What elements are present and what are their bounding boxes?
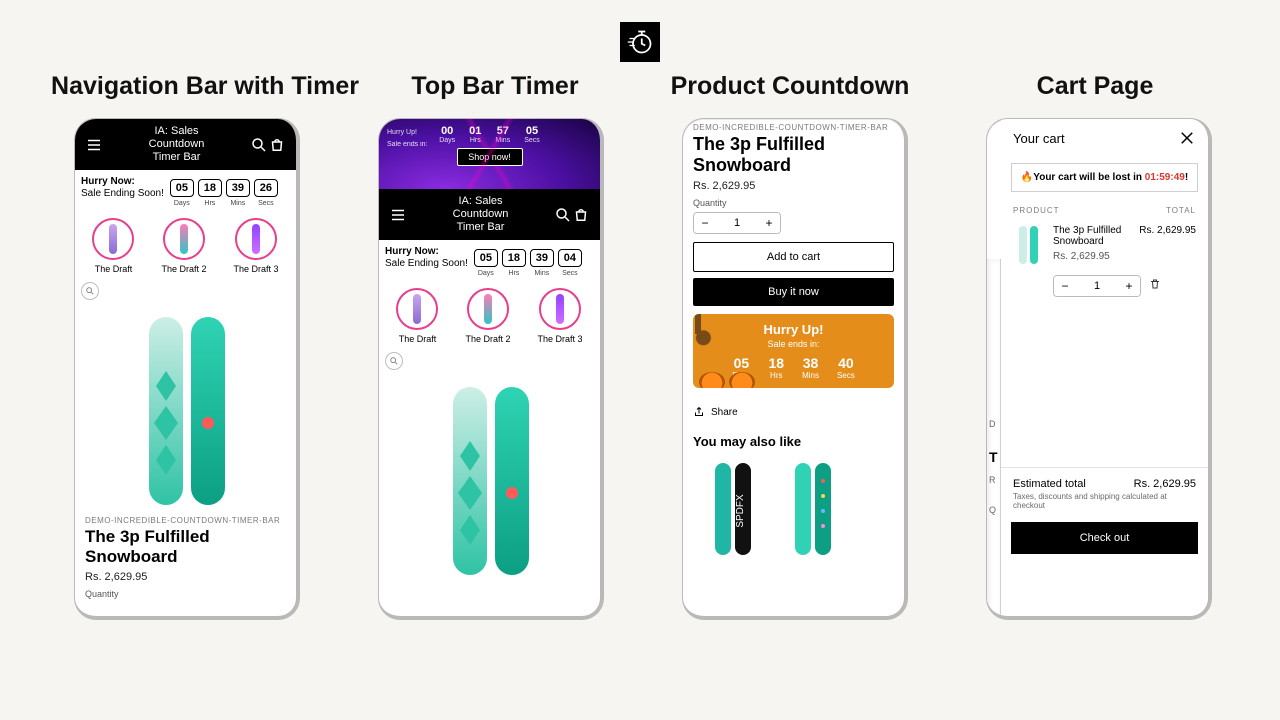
phone-cart-page: D T R Q Your cart 🔥Your cart will be los… [986,118,1212,620]
estimated-total-row: Estimated totalRs. 2,629.95 [1001,467,1208,492]
featured-circles: The Draft The Draft 2 The Draft 3 [75,202,296,276]
cart-line-item: The 3p Fulfilled Snowboard Rs. 2,629.95 … [1001,219,1208,271]
shop-now-button[interactable]: Shop now! [457,148,523,166]
phone-topbar-timer: Hurry Up!Sale ends in: 00Days 01Hrs 57Mi… [378,118,604,620]
zoom-icon[interactable] [81,282,99,300]
promo-heading: Hurry Up!Sale ends in: [387,127,427,151]
promo-top-bar: Hurry Up!Sale ends in: 00Days 01Hrs 57Mi… [379,119,600,189]
timer-days: 05Days [170,179,194,197]
phone-product-countdown: DEMO-INCREDIBLE-COUNTDOWN-TIMER-BAR The … [682,118,908,620]
cart-timeout-alert: 🔥Your cart will be lost in 01:59:49! [1011,163,1198,192]
countdown-bar: Hurry Now:Sale Ending Soon! 05Days 18Hrs… [75,170,296,202]
page-behind-drawer: D T R Q [987,259,1001,616]
countdown-bar: Hurry Now:Sale Ending Soon! 05Days 18Hrs… [379,240,600,272]
featured-item[interactable]: The Draft 2 [161,218,206,274]
timer-mins: 38Mins [802,355,819,380]
pumpkin-icon [729,372,755,388]
tree-decoration-icon [693,314,745,348]
cart-icon[interactable] [268,136,286,154]
product-countdown-banner: Hurry Up! Sale ends in: 05Days 18Hrs 38M… [693,314,894,388]
recommendation-item[interactable]: SPDFX [713,461,753,557]
app-logo [620,22,660,62]
store-title: IA: Sales Countdown Timer Bar [109,125,244,164]
share-icon [693,406,705,418]
remove-item-button[interactable] [1149,277,1161,295]
section-heading-cart-page: Cart Page [1000,72,1190,101]
cart-line-total: Rs. 2,629.95 [1139,225,1196,265]
featured-item[interactable]: The Draft 3 [233,218,278,274]
mobile-header: IA: Sales Countdown Timer Bar [75,119,296,170]
timer-secs: 05Secs [524,125,540,144]
timer-hrs: 18Hrs [198,179,222,197]
quantity-stepper[interactable]: − 1 + [693,212,781,234]
cart-item-title: The 3p Fulfilled Snowboard [1053,225,1131,247]
mobile-header: IA: SalesCountdownTimer Bar [379,189,600,240]
tax-note: Taxes, discounts and shipping calculated… [1001,492,1208,518]
qty-minus-button[interactable]: − [694,213,716,233]
qty-value: 1 [716,213,758,233]
timer-secs: 40Secs [837,355,855,380]
cart-table-header: PRODUCTTOTAL [1001,198,1208,219]
cart-icon[interactable] [572,206,590,224]
timer-days: 00Days [439,125,455,144]
cart-title: Your cart [1013,131,1065,146]
timer-days: 05Days [474,249,498,267]
recommendations-heading: You may also like [683,428,904,455]
timer-mins: 39Mins [530,249,554,267]
qty-minus-button[interactable]: − [1054,276,1076,296]
svg-text:SPDFX: SPDFX [735,494,746,528]
featured-item[interactable]: The Draft [396,288,438,344]
search-icon[interactable] [554,206,572,224]
section-heading-topbar-timer: Top Bar Timer [380,72,610,101]
close-icon[interactable] [1178,129,1196,147]
featured-item[interactable]: The Draft [92,218,134,274]
add-to-cart-button[interactable]: Add to cart [693,242,894,272]
product-eyebrow: DEMO-INCREDIBLE-COUNTDOWN-TIMER-BAR [683,119,904,132]
section-heading-nav-timer: Navigation Bar with Timer [40,72,370,101]
share-button[interactable]: Share [683,396,904,428]
buy-now-button[interactable]: Buy it now [693,278,894,306]
timer-mins: 39Mins [226,179,250,197]
phone-nav-timer: IA: Sales Countdown Timer Bar Hurry Now:… [74,118,300,620]
product-price: Rs. 2,629.95 [683,178,904,194]
pumpkin-icon [699,372,725,388]
timer-hrs: 18Hrs [768,355,784,380]
recommendation-item[interactable] [793,461,833,557]
quantity-stepper[interactable]: − 1 + [1053,275,1141,297]
section-heading-product-countdown: Product Countdown [640,72,940,101]
hamburger-icon[interactable] [389,206,407,224]
featured-item[interactable]: The Draft 2 [465,288,510,344]
product-eyebrow: DEMO-INCREDIBLE-COUNTDOWN-TIMER-BAR [75,516,296,525]
timer-mins: 57Mins [495,125,510,144]
product-price: Rs. 2,629.95 [75,569,296,585]
product-image[interactable] [379,376,600,586]
quantity-label: Quantity [683,194,904,210]
product-title: The 3p Fulfilled Snowboard [683,132,904,178]
recommendation-list: SPDFX [683,455,904,563]
timer-secs: 04Secs [558,249,582,267]
qty-plus-button[interactable]: + [758,213,780,233]
countdown-text: Hurry Now:Sale Ending Soon! [81,176,164,200]
featured-circles: The Draft The Draft 2 The Draft 3 [379,272,600,346]
hamburger-icon[interactable] [85,136,103,154]
search-icon[interactable] [250,136,268,154]
timer-hrs: 01Hrs [469,125,481,144]
product-title: The 3p Fulfilled Snowboard [75,525,296,569]
qty-value: 1 [1076,276,1118,296]
quantity-label: Quantity [75,585,296,601]
timer-secs: 26Secs [254,179,278,197]
product-image[interactable] [75,306,296,516]
stopwatch-icon [626,28,654,56]
timer-hrs: 18Hrs [502,249,526,267]
featured-item[interactable]: The Draft 3 [537,288,582,344]
checkout-button[interactable]: Check out [1011,522,1198,554]
cart-item-thumb[interactable] [1013,225,1045,265]
cart-item-price: Rs. 2,629.95 [1053,251,1131,262]
qty-plus-button[interactable]: + [1118,276,1140,296]
trash-icon [1149,278,1161,290]
store-title: IA: SalesCountdownTimer Bar [413,195,548,234]
zoom-icon[interactable] [385,352,403,370]
